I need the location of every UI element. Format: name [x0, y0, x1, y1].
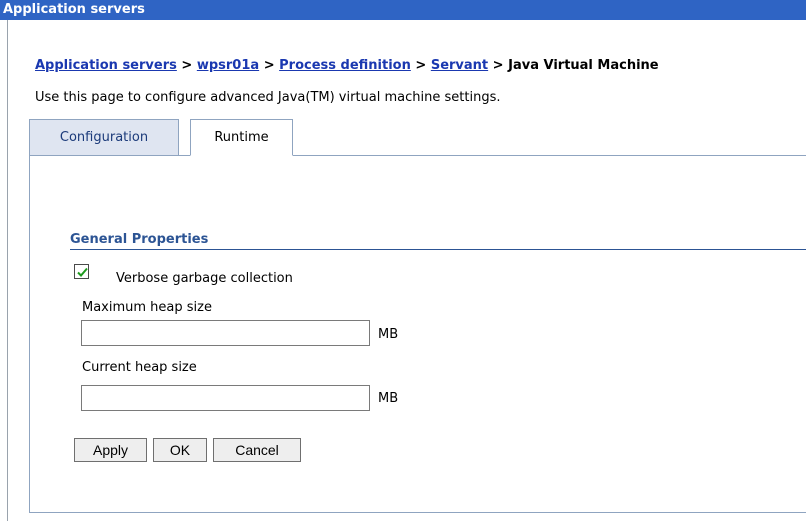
window-title-bar: Application servers — [0, 0, 806, 20]
breadcrumb-separator: > — [181, 58, 193, 73]
tab-runtime[interactable]: Runtime — [190, 119, 293, 156]
tab-configuration[interactable]: Configuration — [29, 119, 179, 155]
page-description: Use this page to configure advanced Java… — [35, 90, 501, 105]
breadcrumb-link-wpsr01a[interactable]: wpsr01a — [197, 58, 259, 73]
frame-border — [7, 20, 8, 521]
breadcrumb-link-process-definition[interactable]: Process definition — [279, 58, 411, 73]
verbose-gc-checkbox[interactable] — [74, 264, 89, 279]
checkmark-icon — [77, 267, 88, 277]
current-heap-unit: MB — [378, 391, 399, 406]
max-heap-unit: MB — [378, 327, 399, 342]
ok-button[interactable]: OK — [153, 438, 207, 462]
breadcrumb-separator: > — [492, 58, 504, 73]
current-heap-label: Current heap size — [82, 360, 197, 375]
breadcrumb-separator: > — [415, 58, 427, 73]
current-heap-input[interactable] — [81, 385, 370, 411]
verbose-gc-label: Verbose garbage collection — [116, 271, 293, 286]
breadcrumb-current: Java Virtual Machine — [508, 58, 659, 73]
breadcrumb-link-servant[interactable]: Servant — [431, 58, 488, 73]
breadcrumb-link-application-servers[interactable]: Application servers — [35, 58, 177, 73]
breadcrumb-separator: > — [263, 58, 275, 73]
max-heap-label: Maximum heap size — [82, 300, 212, 315]
apply-button[interactable]: Apply — [74, 438, 147, 462]
cancel-button[interactable]: Cancel — [213, 438, 301, 462]
section-divider — [70, 249, 806, 250]
breadcrumb: Application servers > wpsr01a > Process … — [35, 58, 659, 73]
max-heap-input[interactable] — [81, 320, 370, 346]
section-title-general-properties: General Properties — [70, 232, 209, 247]
